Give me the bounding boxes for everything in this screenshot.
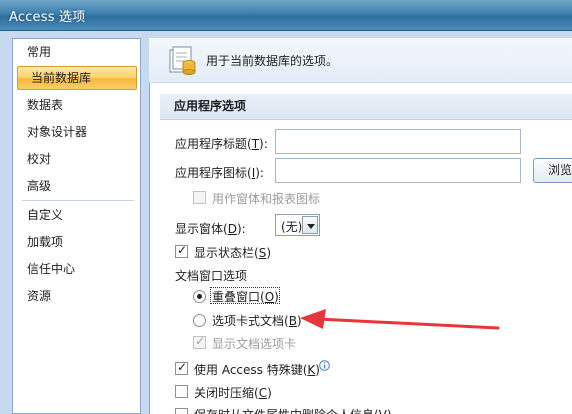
annotation-arrow (300, 309, 500, 330)
